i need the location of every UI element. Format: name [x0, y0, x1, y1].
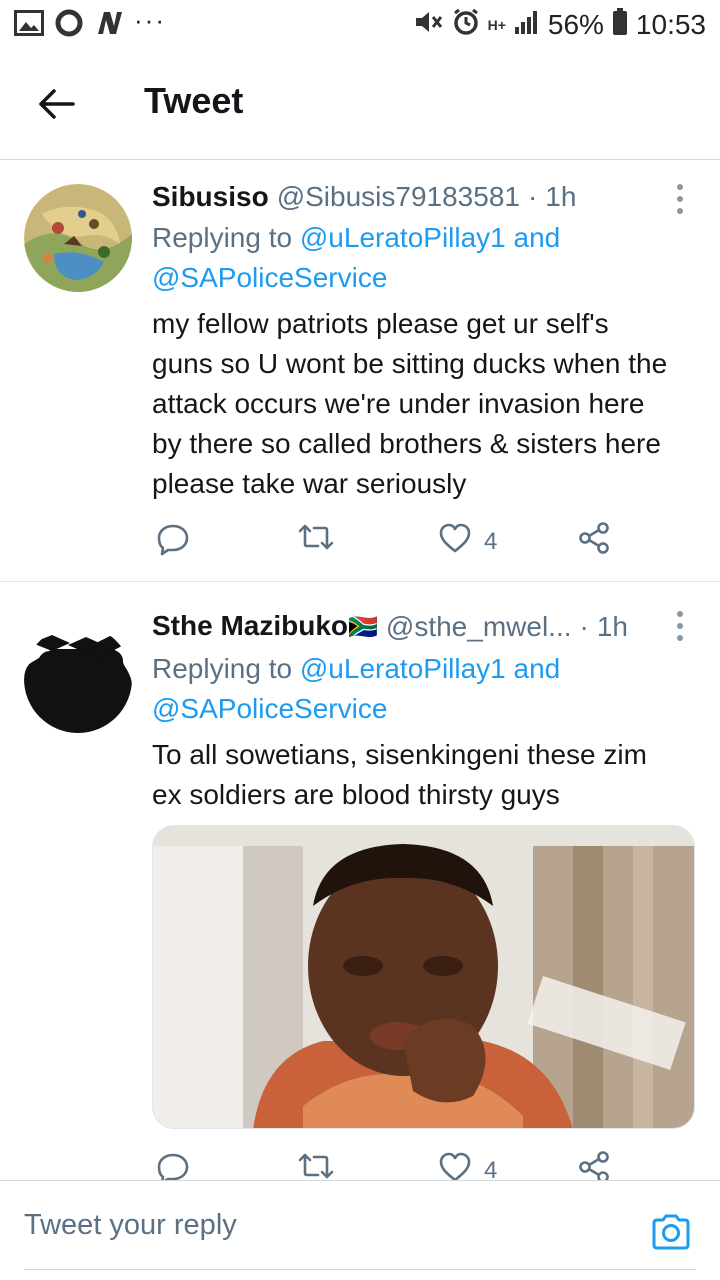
author-name[interactable]: Sthe Mazibuko🇿🇦: [152, 607, 378, 647]
tweet-meta: Sibusiso @Sibusis79183581 · 1h: [152, 178, 676, 216]
tweet-content: Sthe Mazibuko🇿🇦 @sthe_mwel... · 1h Reply…: [152, 607, 676, 815]
like-count: 4: [484, 527, 498, 555]
retweet-icon: [298, 522, 334, 559]
camera-button[interactable]: [650, 1211, 692, 1253]
back-button[interactable]: [30, 82, 82, 130]
tweet-time: 1h: [596, 611, 628, 642]
more-options-button[interactable]: [670, 184, 690, 214]
gallery-icon: [14, 9, 44, 41]
more-options-button[interactable]: [670, 611, 690, 641]
tweet-actions: 4: [152, 522, 622, 562]
meta-separator: ·: [579, 611, 589, 642]
tweet-content: Sibusiso @Sibusis79183581 · 1h Replying …: [152, 178, 676, 504]
camera-icon: [650, 1214, 692, 1257]
mention-link[interactable]: @uLeratoPillay1: [300, 653, 506, 684]
retweet-button[interactable]: [298, 522, 334, 559]
clock: 10:53: [635, 9, 706, 40]
alarm-icon: [452, 8, 480, 43]
reply-input-underline: [24, 1269, 696, 1270]
replying-to: Replying to @uLeratoPillay1 and @SAPolic…: [152, 218, 676, 298]
replying-to: Replying to @uLeratoPillay1 and @SAPolic…: [152, 649, 676, 729]
more-vertical-icon: [677, 184, 683, 190]
battery-icon: [612, 7, 628, 43]
tweet[interactable]: Sthe Mazibuko🇿🇦 @sthe_mwel... · 1h Reply…: [0, 583, 720, 1185]
tweet-time: 1h: [545, 181, 577, 212]
signal-icon: [514, 9, 540, 42]
avatar[interactable]: [24, 184, 132, 292]
more-dots-icon: ···: [134, 4, 166, 35]
share-button[interactable]: [578, 522, 612, 561]
tweet[interactable]: Sibusiso @Sibusis79183581 · 1h Replying …: [0, 162, 720, 582]
tweet-image[interactable]: [152, 825, 695, 1129]
comment-icon: [156, 522, 190, 563]
n-icon: [94, 8, 124, 43]
reply-bar: Tweet your reply: [0, 1180, 720, 1280]
mention-link[interactable]: @SAPoliceService: [152, 262, 387, 293]
reply-input[interactable]: Tweet your reply: [24, 1209, 237, 1242]
status-bar-right: H+ 56% 10:53: [414, 7, 706, 43]
author-handle[interactable]: @sthe_mwel...: [386, 608, 572, 646]
heart-icon: [438, 522, 472, 561]
tweet-meta: Sthe Mazibuko🇿🇦 @sthe_mwel... · 1h: [152, 607, 676, 647]
author-handle[interactable]: @Sibusis79183581: [277, 178, 520, 216]
mention-link[interactable]: @SAPoliceService: [152, 693, 387, 724]
page-title: Tweet: [144, 80, 244, 121]
tweet-text: my fellow patriots please get ur self's …: [152, 308, 668, 499]
replying-prefix: Replying to: [152, 653, 293, 684]
status-bar-left: ···: [14, 4, 166, 43]
meta-separator: ·: [527, 181, 538, 212]
network-type: H+: [487, 16, 506, 33]
replying-and[interactable]: and: [514, 222, 561, 253]
replying-and[interactable]: and: [514, 653, 561, 684]
author-name[interactable]: Sibusiso: [152, 178, 269, 216]
more-vertical-icon: [677, 611, 683, 617]
reply-button[interactable]: [156, 522, 190, 563]
o-icon: [54, 8, 84, 43]
status-bar: ··· H+ 56% 10:53: [0, 0, 720, 50]
replying-prefix: Replying to: [152, 222, 293, 253]
share-icon: [578, 522, 612, 561]
mute-icon: [414, 8, 444, 43]
page-header: Tweet: [0, 50, 720, 160]
flag-emoji: 🇿🇦: [348, 614, 378, 641]
author-name-text: Sthe Mazibuko: [152, 610, 349, 641]
avatar[interactable]: [24, 625, 132, 733]
mention-link[interactable]: @uLeratoPillay1: [300, 222, 506, 253]
like-button[interactable]: 4: [438, 522, 497, 561]
battery-percent: 56%: [547, 9, 604, 40]
arrow-left-icon: [36, 88, 76, 125]
tweet-text: To all sowetians, sisenkingeni these zim…: [152, 739, 647, 810]
